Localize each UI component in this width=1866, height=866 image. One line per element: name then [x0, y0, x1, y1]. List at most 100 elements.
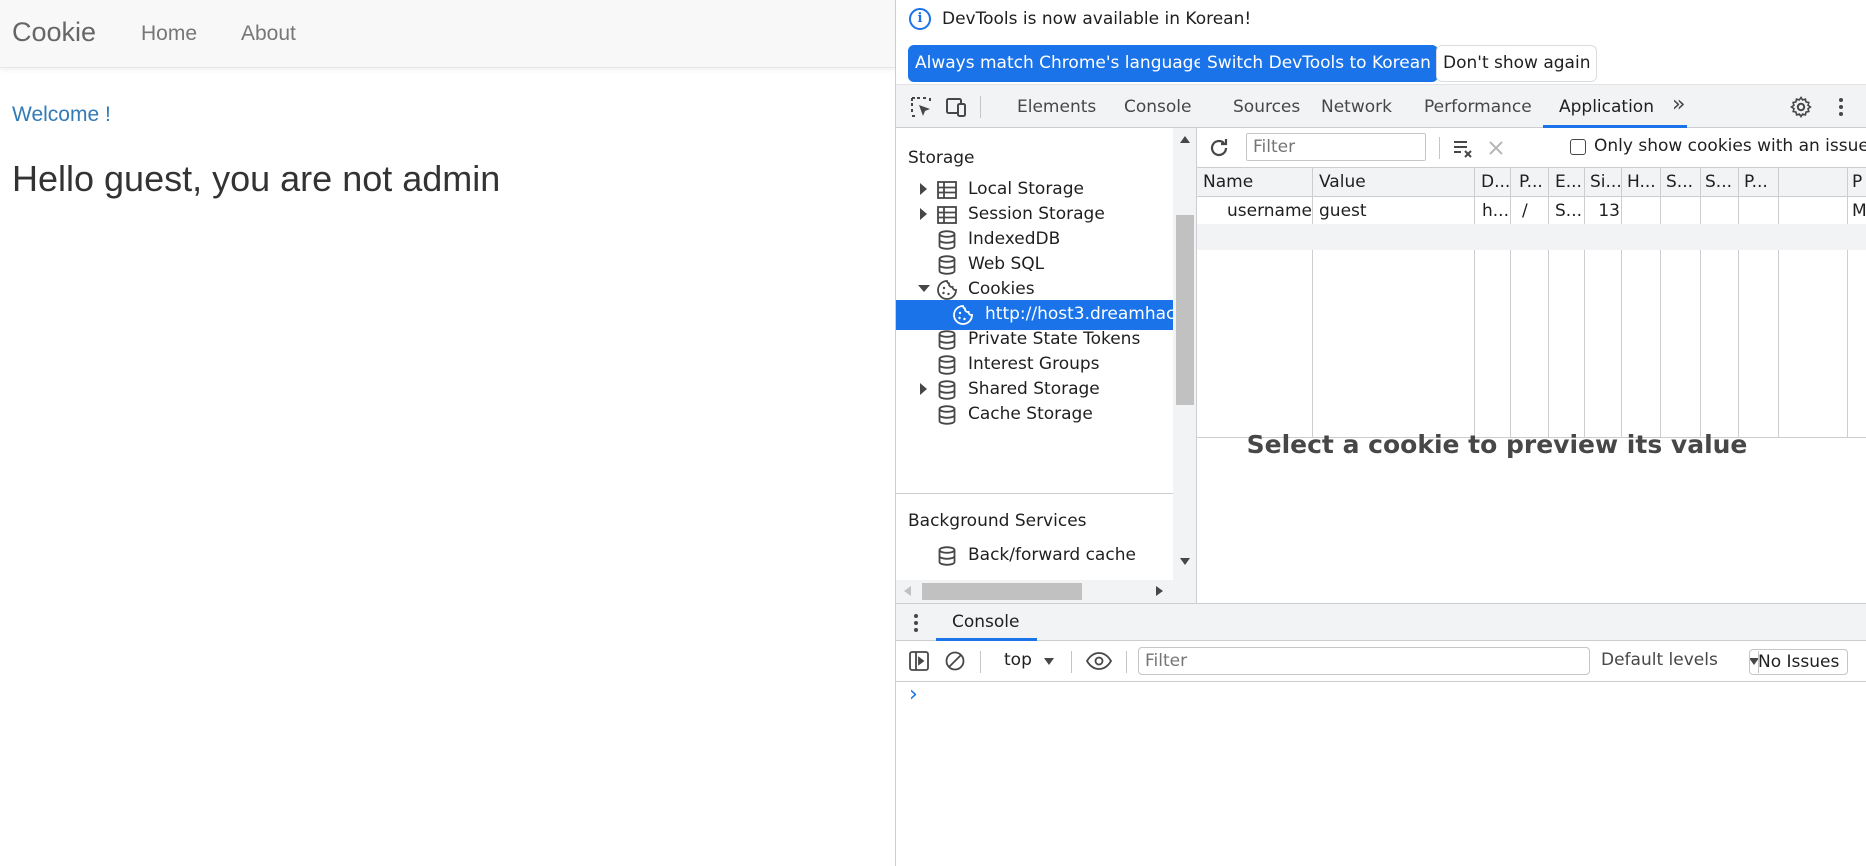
chevron-down-icon[interactable] [1044, 658, 1054, 665]
col-header-partition-key[interactable]: P... [1744, 172, 1776, 192]
table-header: Name Value D... P... E... Si... H... S..… [1197, 168, 1866, 197]
toolbar-separator [980, 96, 981, 118]
database-icon [938, 546, 956, 566]
cookies-toolbar: Filter Only show cookies with an issue [1197, 128, 1866, 168]
switch-korean-button[interactable]: Switch DevTools to Korean [1200, 45, 1438, 82]
settings-gear-icon[interactable] [1789, 95, 1813, 119]
col-header-httponly[interactable]: H... [1627, 172, 1659, 192]
tab-sources[interactable]: Sources [1233, 97, 1300, 117]
col-header-priority[interactable]: P [1852, 172, 1866, 192]
col-header-expires[interactable]: E... [1555, 172, 1587, 192]
sidebar-item-label: Cache Storage [968, 404, 1093, 424]
eye-icon[interactable] [1085, 649, 1113, 673]
cookie-icon [937, 280, 957, 300]
console-prompt-icon[interactable]: › [909, 682, 918, 707]
drawer-menu-icon[interactable] [906, 612, 926, 634]
database-icon [938, 330, 956, 350]
only-issues-label: Only show cookies with an issue [1594, 136, 1866, 156]
sidebar-horizontal-scrollbar[interactable] [896, 580, 1196, 603]
toolbar-separator [1071, 651, 1072, 673]
col-header-secure[interactable]: S... [1666, 172, 1696, 192]
inspect-element-icon[interactable] [909, 95, 933, 119]
scrollbar-thumb[interactable] [1176, 215, 1194, 405]
cookie-filter-input[interactable]: Filter [1246, 133, 1426, 161]
tab-application[interactable]: Application [1559, 97, 1654, 117]
web-page: Cookie Home About Welcome ! Hello guest,… [0, 0, 895, 866]
sidebar-item-label: IndexedDB [968, 229, 1061, 249]
drawer-tab-console[interactable]: Console [952, 612, 1020, 632]
language-infobar: i DevTools is now available in Korean! A… [896, 0, 1866, 84]
sidebar-vertical-scrollbar[interactable] [1173, 128, 1196, 580]
database-icon [938, 380, 956, 400]
console-filter-input[interactable]: Filter [1138, 647, 1590, 675]
table-row-empty [1197, 224, 1866, 250]
dont-show-again-button[interactable]: Don't show again [1436, 45, 1598, 82]
cookie-path-cell: / [1522, 201, 1528, 221]
brand-link[interactable]: Cookie [12, 17, 96, 48]
console-output[interactable]: › [896, 682, 1866, 866]
cookie-icon [953, 305, 973, 325]
scroll-up-arrow-icon[interactable] [1180, 136, 1190, 143]
col-header-size[interactable]: Si... [1590, 172, 1622, 192]
sidebar-item-back-forward-cache[interactable]: Back/forward cache [896, 541, 1173, 571]
sidebar-item-label: Local Storage [968, 179, 1084, 199]
nav-home-link[interactable]: Home [141, 22, 197, 46]
table-row[interactable]: username guest h... / S... 13 M [1197, 197, 1866, 224]
expand-arrow-icon[interactable] [920, 383, 927, 395]
database-icon [938, 405, 956, 425]
col-header-path[interactable]: P... [1519, 172, 1551, 192]
sidebar-item-label: Interest Groups [968, 354, 1100, 374]
sidebar-divider [896, 493, 1173, 494]
infobar-message: DevTools is now available in Korean! [942, 9, 1252, 29]
devtools-panel: i DevTools is now available in Korean! A… [895, 0, 1866, 866]
scroll-right-arrow-icon[interactable] [1156, 586, 1163, 596]
delete-selected-icon[interactable] [1485, 137, 1507, 159]
toolbar-separator [1439, 137, 1440, 159]
log-levels-dropdown[interactable]: Default levels [1601, 650, 1718, 670]
sidebar-item-label: Back/forward cache [968, 545, 1136, 565]
hello-heading: Hello guest, you are not admin [12, 158, 501, 199]
match-language-button[interactable]: Always match Chrome's language [908, 45, 1211, 82]
clear-filtered-icon[interactable] [1451, 136, 1475, 160]
issues-counter-button[interactable]: No Issues [1749, 649, 1849, 675]
cookie-name-cell: username [1227, 201, 1311, 221]
sidebar-toggle-icon[interactable] [908, 650, 930, 672]
console-toolbar: top Filter Default levels No Issues [896, 641, 1866, 682]
cookie-preview-message: Select a cookie to preview its value [1246, 430, 1748, 459]
cookie-expires-cell: S... [1555, 201, 1583, 221]
database-icon [938, 255, 956, 275]
device-toolbar-icon[interactable] [944, 95, 968, 119]
col-header-name[interactable]: Name [1203, 172, 1313, 192]
navbar: Cookie Home About [0, 0, 895, 68]
col-header-value[interactable]: Value [1319, 172, 1474, 192]
devtools-tabbar: Elements Console Sources Network Perform… [896, 84, 1866, 128]
more-options-icon[interactable] [1829, 95, 1853, 119]
more-tabs-icon[interactable]: » [1672, 92, 1685, 117]
col-header-samesite[interactable]: S... [1705, 172, 1735, 192]
context-selector[interactable]: top [1004, 650, 1032, 670]
tab-console[interactable]: Console [1124, 97, 1192, 117]
sidebar-item-label: Shared Storage [968, 379, 1100, 399]
cookies-table: Name Value D... P... E... Si... H... S..… [1197, 168, 1866, 438]
tab-performance[interactable]: Performance [1424, 97, 1532, 117]
sidebar-item-label: Private State Tokens [968, 329, 1141, 349]
expand-arrow-icon[interactable] [920, 183, 927, 195]
cookie-value-cell: guest [1319, 201, 1367, 221]
table-icon [937, 181, 957, 199]
sidebar-item-cache-storage[interactable]: Cache Storage [896, 400, 1173, 430]
scroll-left-arrow-icon[interactable] [904, 586, 911, 596]
scrollbar-thumb[interactable] [922, 583, 1082, 600]
collapse-arrow-icon[interactable] [918, 285, 930, 292]
tab-elements[interactable]: Elements [1017, 97, 1096, 117]
cookie-domain-cell: h... [1482, 201, 1509, 221]
sidebar-item-label: Web SQL [968, 254, 1045, 274]
only-issues-checkbox[interactable] [1570, 139, 1586, 155]
scroll-down-arrow-icon[interactable] [1180, 558, 1190, 565]
refresh-icon[interactable] [1207, 136, 1231, 160]
clear-console-icon[interactable] [944, 650, 966, 672]
drawer-tabbar: Console [896, 603, 1866, 641]
tab-network[interactable]: Network [1321, 97, 1392, 117]
nav-about-link[interactable]: About [241, 22, 296, 46]
expand-arrow-icon[interactable] [920, 208, 927, 220]
database-icon [938, 355, 956, 375]
